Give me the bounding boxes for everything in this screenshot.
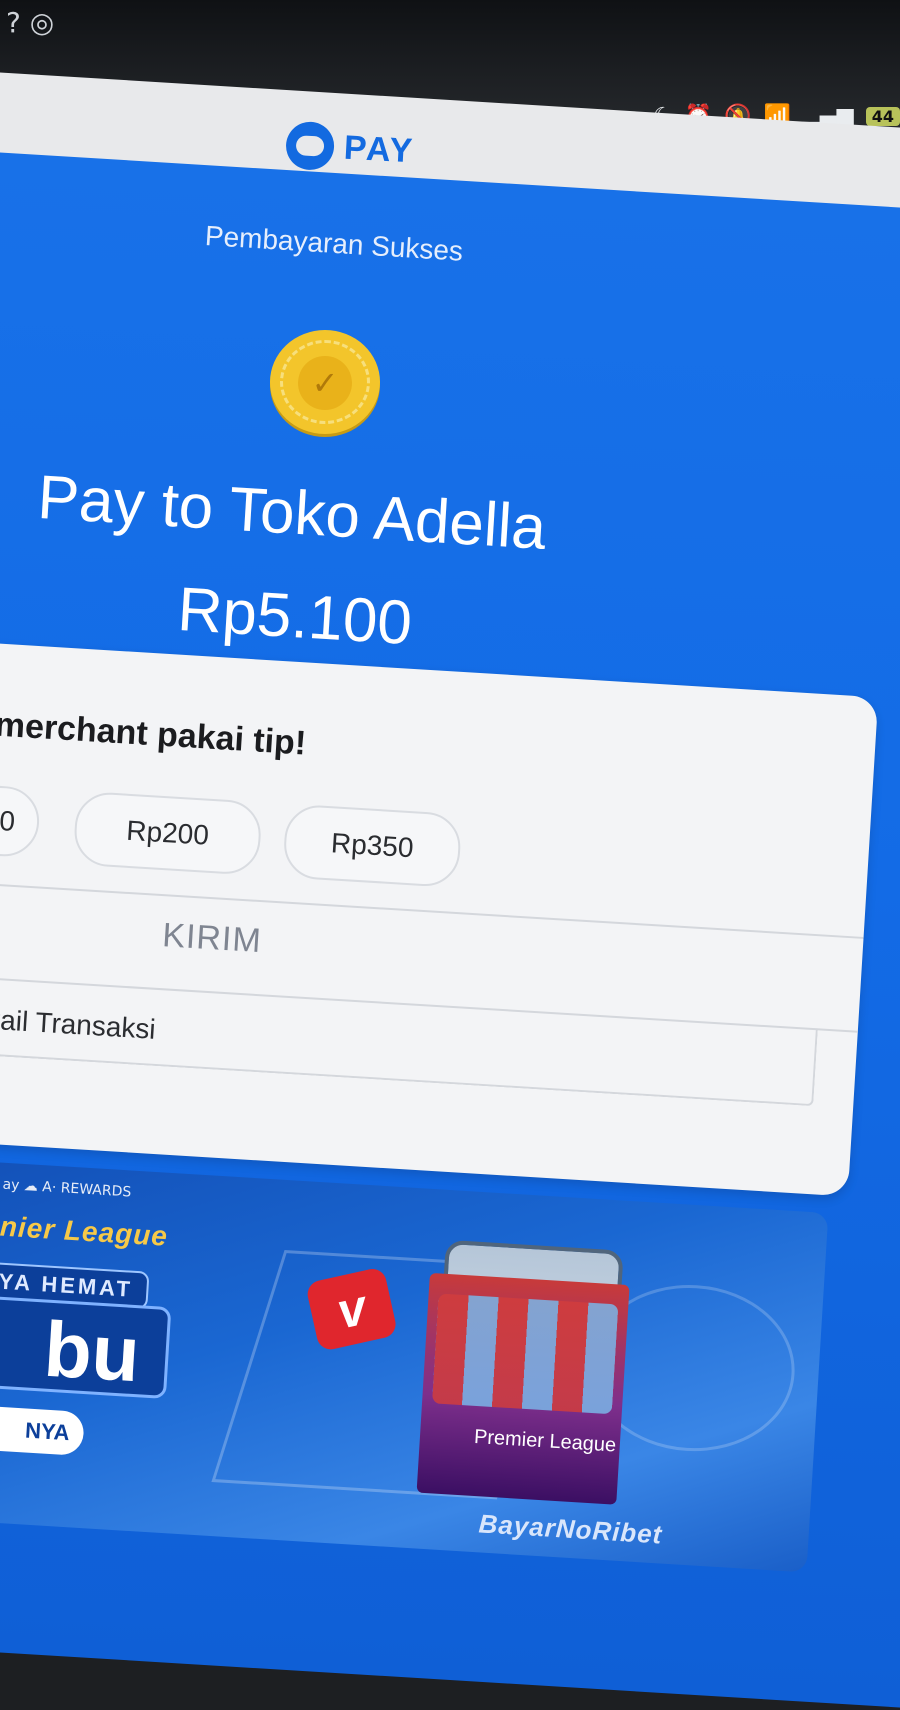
players-image [432,1293,619,1415]
tip-option-0[interactable]: 0 [0,781,42,859]
tip-option-label: Rp200 [125,814,210,851]
app-logo: PAY [284,120,416,176]
tip-option-rp350[interactable]: Rp350 [282,803,463,889]
promo-banner[interactable]: ay ☁ A· REWARDS nier League YA HEMAT bu … [0,1160,829,1573]
banner-league-text: nier League [0,1210,169,1252]
send-tip-button[interactable]: KIRIM [161,916,263,961]
pay-logo-icon [284,120,336,172]
logo-text: PAY [343,128,416,170]
tip-card: merchant pakai tip! 0 Rp200 Rp350 KIRIM … [0,640,879,1197]
payment-amount: Rp5.100 [175,574,414,659]
checkmark-icon: ✓ [298,356,352,410]
banner-cta-button[interactable]: NYA [0,1405,85,1457]
divider [0,881,864,939]
tip-title: merchant pakai tip! [0,705,308,763]
tip-option-label: Rp350 [330,827,415,864]
banner-hashtag: BayarNoRibet [477,1508,664,1550]
check-coin-icon: ✓ [270,330,380,434]
tip-option-rp200[interactable]: Rp200 [72,790,263,876]
banner-sponsor: ay ☁ A· REWARDS [2,1176,132,1201]
banner-big-text: bu [0,1295,172,1400]
top-left-glyphs: ? ◎ [6,6,55,39]
premier-league-logo: Premier League [473,1425,617,1457]
premier-league-card: Premier League [416,1272,630,1505]
battery-indicator: 44 [865,107,900,126]
tip-option-label: 0 [0,804,17,837]
